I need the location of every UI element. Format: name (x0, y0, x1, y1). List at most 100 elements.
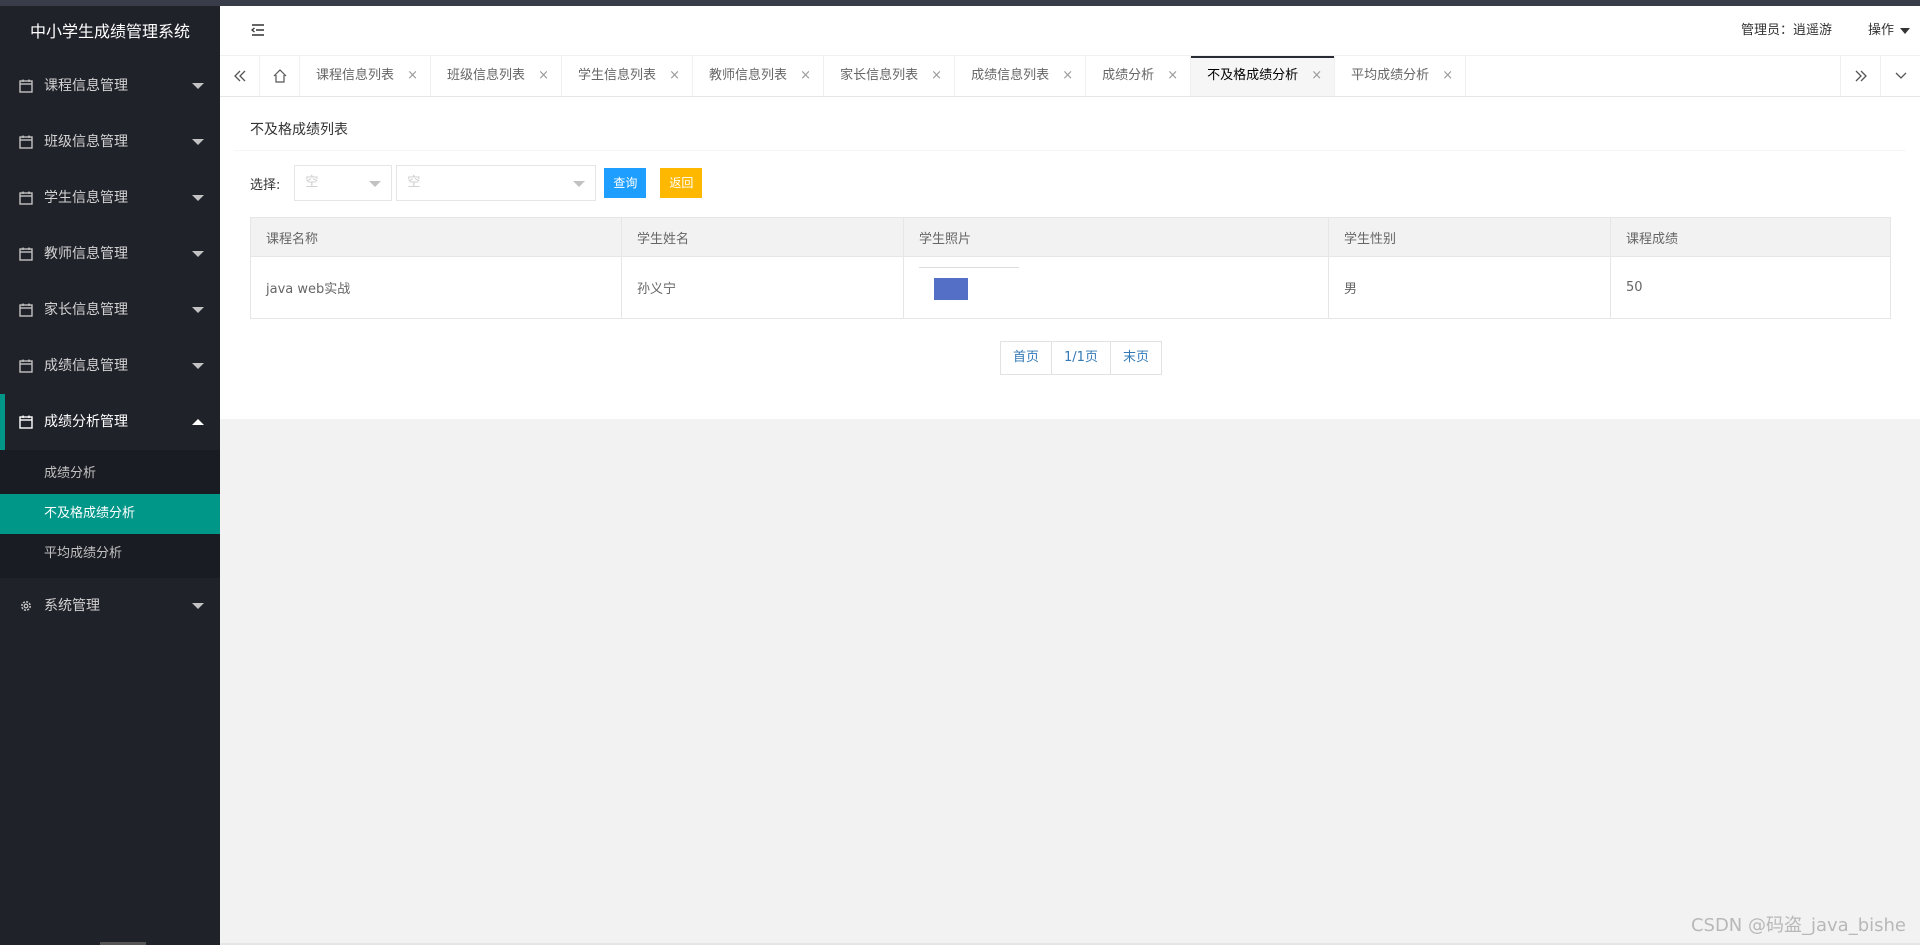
sidebar-item-label: 课程信息管理 (44, 78, 128, 94)
close-icon[interactable]: × (1311, 56, 1322, 96)
tab-label: 学生信息列表 (578, 68, 657, 83)
calendar-icon (19, 359, 33, 373)
tab-label: 不及格成绩分析 (1207, 68, 1299, 83)
close-icon[interactable]: × (1442, 56, 1453, 96)
tabs-scroll-right-button[interactable] (1840, 56, 1880, 96)
fail-grade-table: 课程名称 学生姓名 学生照片 学生性别 课程成绩 java web实战 孙义宁 (250, 217, 1891, 319)
tab-label: 成绩分析 (1102, 68, 1155, 83)
tabs-scroll-left-button[interactable] (220, 56, 260, 96)
tab-label: 成绩信息列表 (971, 68, 1050, 83)
tabs-bar: 课程信息列表 × 班级信息列表 × 学生信息列表 × 教师信息列表 × 家长信息列表 × … (220, 56, 1920, 97)
fail-grade-panel: 不及格成绩列表 选择: 空 空 查询 返回 课程名称 学生姓名 学生照片 学生性… (234, 109, 1906, 405)
tabs-dropdown-button[interactable] (1880, 56, 1920, 96)
query-button[interactable]: 查询 (604, 168, 647, 198)
chevron-down-icon (192, 251, 204, 257)
tab-label: 家长信息列表 (840, 68, 919, 83)
chevron-down-icon (192, 195, 204, 201)
calendar-icon (19, 415, 33, 429)
close-icon[interactable]: × (538, 56, 549, 96)
tab-list: 课程信息列表 × 班级信息列表 × 学生信息列表 × 教师信息列表 × 家长信息列表 × … (300, 56, 1467, 96)
student-gender-cell: 男 (1328, 256, 1611, 319)
chevron-down-icon (192, 603, 204, 609)
double-chevron-right-icon (1855, 70, 1867, 82)
first-page-link[interactable]: 首页 (1001, 342, 1053, 374)
tabs-right-controls (1840, 56, 1920, 96)
filter-label: 选择: (250, 177, 281, 193)
chevron-down-icon (1895, 72, 1906, 79)
course-score-cell: 50 (1610, 256, 1891, 319)
chevron-down-icon (192, 363, 204, 369)
admin-user-label[interactable]: 管理员：逍遥游 (1741, 6, 1832, 56)
chevron-down-icon (192, 307, 204, 313)
tab-grade-list[interactable]: 成绩信息列表 × (955, 56, 1087, 96)
calendar-icon (19, 247, 33, 261)
operations-menu[interactable]: 操作 (1868, 6, 1911, 56)
main-content: 不及格成绩列表 选择: 空 空 查询 返回 课程名称 学生姓名 学生照片 学生性… (220, 97, 1920, 419)
tab-student-list[interactable]: 学生信息列表 × (562, 56, 694, 96)
tab-label: 班级信息列表 (447, 68, 526, 83)
close-icon[interactable]: × (931, 56, 942, 96)
calendar-icon (19, 135, 33, 149)
back-button[interactable]: 返回 (660, 168, 703, 198)
watermark: CSDN @码盗_java_bishe (1690, 915, 1906, 936)
chevron-down-icon (192, 83, 204, 89)
filter-select-1[interactable]: 空 (294, 165, 393, 201)
sidebar-item-student[interactable]: 学生信息管理 (0, 170, 220, 226)
sidebar-item-label: 班级信息管理 (44, 134, 128, 150)
close-icon[interactable]: × (1167, 56, 1178, 96)
sidebar-item-label: 家长信息管理 (44, 302, 128, 318)
calendar-icon (19, 191, 33, 205)
student-name-cell: 孙义宁 (621, 256, 904, 319)
sidebar: 中小学生成绩管理系统 课程信息管理 班级信息管理 学生信息管理 教师信息管理 家… (0, 6, 220, 945)
close-icon[interactable]: × (1062, 56, 1073, 96)
close-icon[interactable]: × (669, 56, 680, 96)
home-tab[interactable] (260, 56, 300, 96)
close-icon[interactable]: × (800, 56, 811, 96)
gear-icon (21, 601, 31, 611)
last-page-link[interactable]: 末页 (1110, 342, 1161, 374)
sidebar-item-course[interactable]: 课程信息管理 (0, 58, 220, 114)
sidebar-subitem-analysis[interactable]: 成绩分析 (0, 454, 220, 494)
sidebar-item-parent[interactable]: 家长信息管理 (0, 282, 220, 338)
sidebar-item-class[interactable]: 班级信息管理 (0, 114, 220, 170)
tab-fail-analysis[interactable]: 不及格成绩分析 × (1191, 56, 1336, 96)
column-header: 学生性别 (1328, 217, 1611, 257)
thumbnail-line (919, 266, 1019, 268)
tab-grade-analysis[interactable]: 成绩分析 × (1086, 56, 1192, 96)
tab-average-analysis[interactable]: 平均成绩分析 × (1335, 56, 1467, 96)
tab-parent-list[interactable]: 家长信息列表 × (824, 56, 956, 96)
student-photo-thumbnail[interactable] (919, 265, 1019, 310)
sidebar-item-label: 教师信息管理 (44, 246, 128, 262)
filter-select-2[interactable]: 空 (396, 165, 597, 201)
tab-course-list[interactable]: 课程信息列表 × (300, 56, 432, 96)
home-icon (273, 69, 286, 83)
chevron-up-icon (192, 419, 204, 425)
chevron-down-icon (192, 139, 204, 145)
table-header-row: 课程名称 学生姓名 学生照片 学生性别 课程成绩 (250, 217, 1891, 257)
menu-toggle-icon[interactable] (250, 22, 266, 38)
sidebar-item-grade[interactable]: 成绩信息管理 (0, 338, 220, 394)
course-name-cell: java web实战 (250, 256, 622, 319)
sidebar-item-teacher[interactable]: 教师信息管理 (0, 226, 220, 282)
page-info: 1/1页 (1052, 342, 1111, 374)
sidebar-item-label: 学生信息管理 (44, 190, 128, 206)
sidebar-subitem-average-analysis[interactable]: 平均成绩分析 (0, 534, 220, 574)
sidebar-item-system[interactable]: 系统管理 (0, 578, 220, 634)
calendar-icon (19, 303, 33, 317)
tab-label: 教师信息列表 (709, 68, 788, 83)
close-icon[interactable]: × (407, 56, 418, 96)
sidebar-item-analysis[interactable]: 成绩分析管理 (0, 394, 220, 450)
column-header: 课程名称 (250, 217, 622, 257)
tab-label: 平均成绩分析 (1351, 68, 1430, 83)
top-header: 管理员：逍遥游 操作 (220, 6, 1920, 56)
tab-label: 课程信息列表 (316, 68, 395, 83)
tab-teacher-list[interactable]: 教师信息列表 × (693, 56, 825, 96)
calendar-icon (19, 79, 33, 93)
filter-bar: 选择: 空 空 查询 返回 (250, 165, 703, 201)
sidebar-item-label: 成绩分析管理 (44, 414, 128, 430)
tab-class-list[interactable]: 班级信息列表 × (431, 56, 563, 96)
column-header: 课程成绩 (1610, 217, 1891, 257)
column-header: 学生姓名 (621, 217, 904, 257)
table-row: java web实战 孙义宁 男 50 (250, 256, 1891, 319)
sidebar-subitem-fail-analysis[interactable]: 不及格成绩分析 (0, 494, 220, 534)
